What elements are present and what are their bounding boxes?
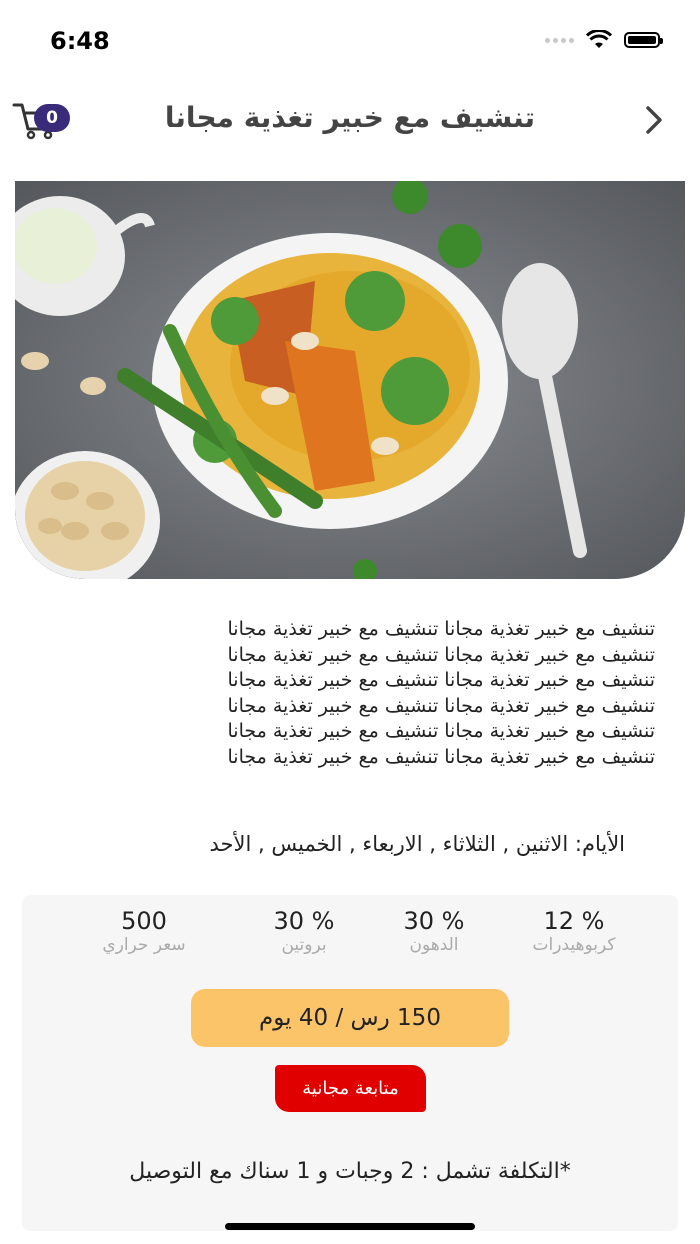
days-list: الأيام: الاثنين , الثلاثاء , الاربعاء , …	[209, 832, 626, 856]
page-title: تنشيف مع خبير تغذية مجانا	[164, 101, 536, 134]
description-line: تنشيف مع خبير تغذية مجانا تنشيف مع خبير …	[227, 618, 656, 640]
stat-label: كربوهيدرات	[532, 935, 616, 955]
chevron-right-icon[interactable]	[636, 100, 672, 140]
stat-protein: 30 % بروتين	[234, 907, 374, 955]
stat-calories: 500 سعر حراري	[74, 907, 214, 955]
cost-note: *التكلفة تشمل : 2 وجبات و 1 سناك مع التو…	[129, 1159, 571, 1184]
description-line: تنشيف مع خبير تغذية مجانا تنشيف مع خبير …	[227, 745, 656, 768]
description-line: تنشيف مع خبير تغذية مجانا تنشيف مع خبير …	[227, 643, 656, 666]
stat-value: 500	[121, 907, 167, 935]
status-time: 6:48	[50, 27, 110, 55]
stat-value: 30 %	[273, 907, 335, 935]
stat-label: بروتين	[281, 935, 327, 955]
stat-label: سعر حراري	[102, 935, 186, 955]
description-text: تنشيف مع خبير تغذية مجانا تنشيف مع خبير …	[60, 617, 656, 770]
cart-count-badge: 0	[34, 104, 70, 132]
home-indicator	[225, 1223, 475, 1230]
stat-carbs: 12 % كربوهيدرات	[504, 907, 644, 955]
description-line: تنشيف مع خبير تغذية مجانا تنشيف مع خبير …	[227, 669, 656, 691]
wifi-icon	[586, 30, 612, 48]
stat-value: 12 %	[543, 907, 605, 935]
price-badge: 150 رس / 40 يوم	[191, 989, 509, 1047]
free-follow-button[interactable]: متابعة مجانية	[275, 1065, 426, 1112]
signal-icon	[545, 37, 574, 43]
stat-value: 30 %	[403, 907, 465, 935]
nutrition-stats: 12 % كربوهيدرات 30 % الدهون 30 % بروتين …	[22, 907, 678, 962]
meal-image	[15, 181, 685, 579]
status-icons	[545, 30, 663, 50]
stat-fat: 30 % الدهون	[364, 907, 504, 955]
description-line: تنشيف مع خبير تغذية مجانا تنشيف مع خبير …	[227, 694, 656, 717]
description-line: تنشيف مع خبير تغذية مجانا تنشيف مع خبير …	[227, 720, 656, 742]
battery-icon	[624, 32, 663, 48]
plan-info-card: 12 % كربوهيدرات 30 % الدهون 30 % بروتين …	[22, 895, 678, 1231]
stat-label: الدهون	[409, 935, 459, 955]
status-bar: 6:48	[0, 0, 700, 80]
